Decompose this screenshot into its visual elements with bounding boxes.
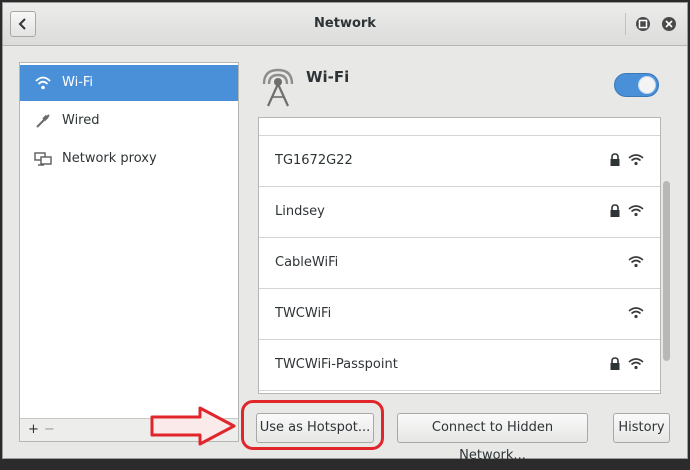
network-name: TWCWiFi bbox=[275, 306, 332, 321]
wifi-antenna-icon bbox=[262, 68, 294, 107]
sidebar-item-label: Wired bbox=[62, 113, 100, 128]
sidebar-item-wired[interactable]: Wired bbox=[20, 103, 238, 139]
network-list: TG1672G22 Lindsey CableWiFi TWCWiFi TWCW… bbox=[258, 117, 661, 394]
wifi-signal-icon bbox=[628, 307, 644, 319]
network-row-cablewifi[interactable]: CableWiFi bbox=[259, 238, 660, 289]
network-name: Lindsey bbox=[275, 204, 325, 219]
lock-icon bbox=[610, 153, 620, 166]
network-proxy-icon bbox=[34, 152, 52, 166]
list-item[interactable] bbox=[259, 118, 660, 136]
wifi-toggle[interactable] bbox=[614, 73, 659, 97]
page-title: Wi-Fi bbox=[306, 68, 350, 86]
network-name: TWCWiFi-Passpoint bbox=[275, 357, 398, 372]
history-button[interactable]: History bbox=[613, 413, 670, 443]
annotation-arrow-icon bbox=[150, 406, 236, 446]
add-connection-button[interactable]: + bbox=[26, 422, 41, 437]
network-row-twcwifi[interactable]: TWCWiFi bbox=[259, 289, 660, 340]
wired-icon bbox=[36, 114, 50, 128]
connect-hidden-network-button[interactable]: Connect to Hidden Network... bbox=[397, 413, 588, 463]
annotation-highlight bbox=[241, 400, 384, 450]
close-icon[interactable] bbox=[661, 16, 677, 32]
header-bar: Network bbox=[3, 3, 687, 46]
network-name: TG1672G22 bbox=[275, 153, 353, 168]
network-row-tg1672g22[interactable]: TG1672G22 bbox=[259, 136, 660, 187]
window-title: Network bbox=[314, 16, 376, 31]
toggle-knob bbox=[638, 76, 656, 94]
network-row-lindsey[interactable]: Lindsey bbox=[259, 187, 660, 238]
wifi-signal-icon bbox=[628, 358, 644, 370]
network-list-scrollbar[interactable] bbox=[663, 181, 670, 361]
maximize-icon[interactable] bbox=[635, 16, 651, 32]
wifi-signal-icon bbox=[628, 256, 644, 268]
network-name: CableWiFi bbox=[275, 255, 339, 270]
sidebar: Wi-Fi Wired Network proxy + − bbox=[19, 62, 239, 442]
sidebar-item-label: Network proxy bbox=[62, 151, 157, 166]
sidebar-item-wifi[interactable]: Wi-Fi bbox=[20, 65, 238, 101]
remove-connection-button[interactable]: − bbox=[42, 422, 57, 437]
lock-icon bbox=[610, 204, 620, 217]
wifi-signal-icon bbox=[628, 154, 644, 166]
header-separator bbox=[625, 13, 626, 35]
network-window: Network Wi-Fi Wired Network proxy + − Wi… bbox=[2, 2, 688, 463]
sidebar-item-label: Wi-Fi bbox=[62, 75, 94, 90]
wifi-icon bbox=[35, 76, 51, 90]
sidebar-item-network-proxy[interactable]: Network proxy bbox=[20, 141, 238, 177]
wifi-signal-icon bbox=[628, 205, 644, 217]
network-row-twcwifi-passpoint[interactable]: TWCWiFi-Passpoint bbox=[259, 340, 660, 391]
lock-icon bbox=[610, 357, 620, 370]
